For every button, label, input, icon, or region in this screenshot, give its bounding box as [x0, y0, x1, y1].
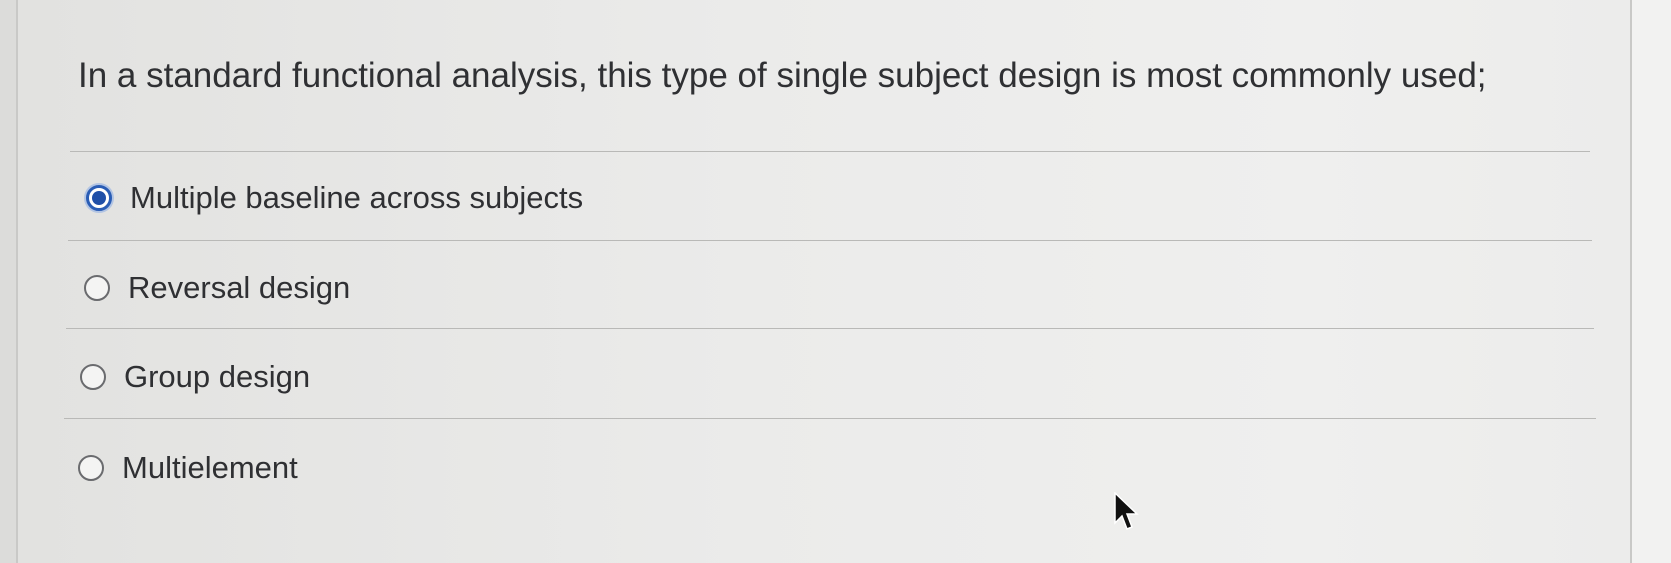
option-label: Multielement [122, 450, 298, 485]
right-gutter [1632, 0, 1671, 563]
radio-unselected-icon[interactable] [84, 275, 110, 301]
radio-unselected-icon[interactable] [80, 364, 106, 390]
option-label: Group design [124, 359, 311, 394]
question-text: In a standard functional analysis, this … [78, 56, 1487, 95]
radio-dot [92, 191, 106, 205]
option-label: Reversal design [128, 270, 351, 305]
option-label: Multiple baseline across subjects [130, 180, 584, 215]
mouse-cursor-icon [1114, 492, 1139, 530]
divider-3 [64, 418, 1596, 419]
divider-top [70, 151, 1590, 152]
option-multiple-baseline[interactable]: Multiple baseline across subjects [86, 178, 583, 218]
question-panel: In a standard functional analysis, this … [16, 0, 1632, 563]
divider-1 [68, 240, 1592, 241]
divider-2 [66, 328, 1594, 329]
radio-selected-icon[interactable] [86, 185, 112, 211]
option-group-design[interactable]: Group design [80, 357, 310, 397]
radio-unselected-icon[interactable] [78, 455, 104, 481]
option-reversal-design[interactable]: Reversal design [84, 268, 350, 308]
screen: In a standard functional analysis, this … [0, 0, 1671, 563]
option-multielement[interactable]: Multielement [78, 448, 298, 488]
